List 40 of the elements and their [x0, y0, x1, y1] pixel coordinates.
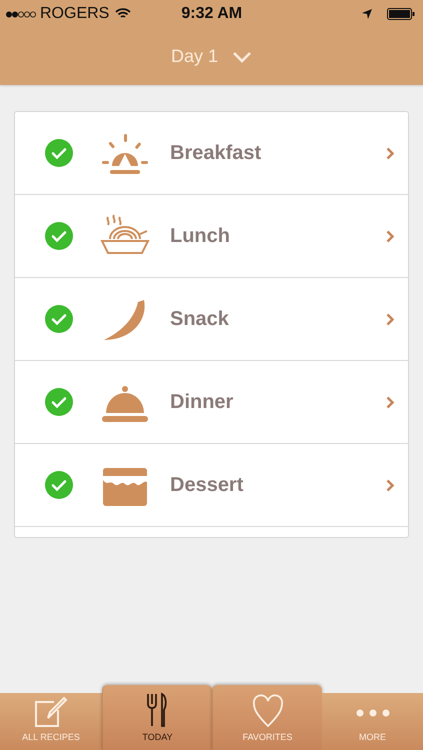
chevron-down-icon [232, 50, 252, 62]
location-arrow-icon [361, 8, 373, 20]
meal-row[interactable]: Breakfast [15, 112, 408, 195]
tab-bar-item[interactable]: MORE [322, 693, 423, 750]
fork-and-knife-icon [146, 692, 170, 728]
heart-icon [252, 694, 284, 728]
signal-strength-icon [6, 10, 36, 18]
meal-name: Lunch [170, 224, 231, 248]
chevron-right-icon [386, 146, 394, 160]
banana-icon [104, 300, 145, 340]
wifi-icon [115, 8, 132, 20]
checkmark-icon[interactable] [44, 138, 74, 168]
meal-row[interactable]: Lunch [15, 195, 408, 278]
meal-name: Dessert [170, 474, 244, 496]
tab-bar-item[interactable]: ALL RECIPES [0, 693, 102, 750]
meal-row[interactable]: Snack [15, 278, 408, 361]
chevron-right-icon [386, 478, 394, 492]
chevron-right-icon [386, 312, 394, 326]
meal-name: Dinner [170, 390, 234, 414]
meal-row[interactable]: Dinner [15, 361, 408, 444]
checkmark-icon[interactable] [44, 221, 74, 251]
meal-name: Snack [170, 308, 230, 330]
carrier-name: ROGERS [40, 5, 110, 23]
checkmark-icon[interactable] [44, 304, 74, 334]
more-icon [354, 708, 390, 718]
checkmark-icon[interactable] [44, 387, 74, 417]
cake-icon [103, 468, 147, 506]
cloche-icon [102, 386, 148, 422]
meal-name: Breakfast [170, 142, 262, 164]
status-time: 9:32 AM [181, 5, 242, 23]
checkmark-icon[interactable] [44, 470, 74, 500]
tab-bar-item[interactable]: FAVORITES [212, 685, 322, 750]
chevron-right-icon [386, 230, 394, 242]
tab-bar-item[interactable]: TODAY [102, 685, 212, 750]
sunrise-icon [102, 134, 148, 174]
chevron-right-icon [386, 396, 394, 408]
edit-icon [34, 696, 68, 728]
meal-row[interactable]: Dessert [15, 444, 408, 527]
battery-icon [387, 8, 415, 20]
noodle-bowl-icon [100, 214, 150, 254]
